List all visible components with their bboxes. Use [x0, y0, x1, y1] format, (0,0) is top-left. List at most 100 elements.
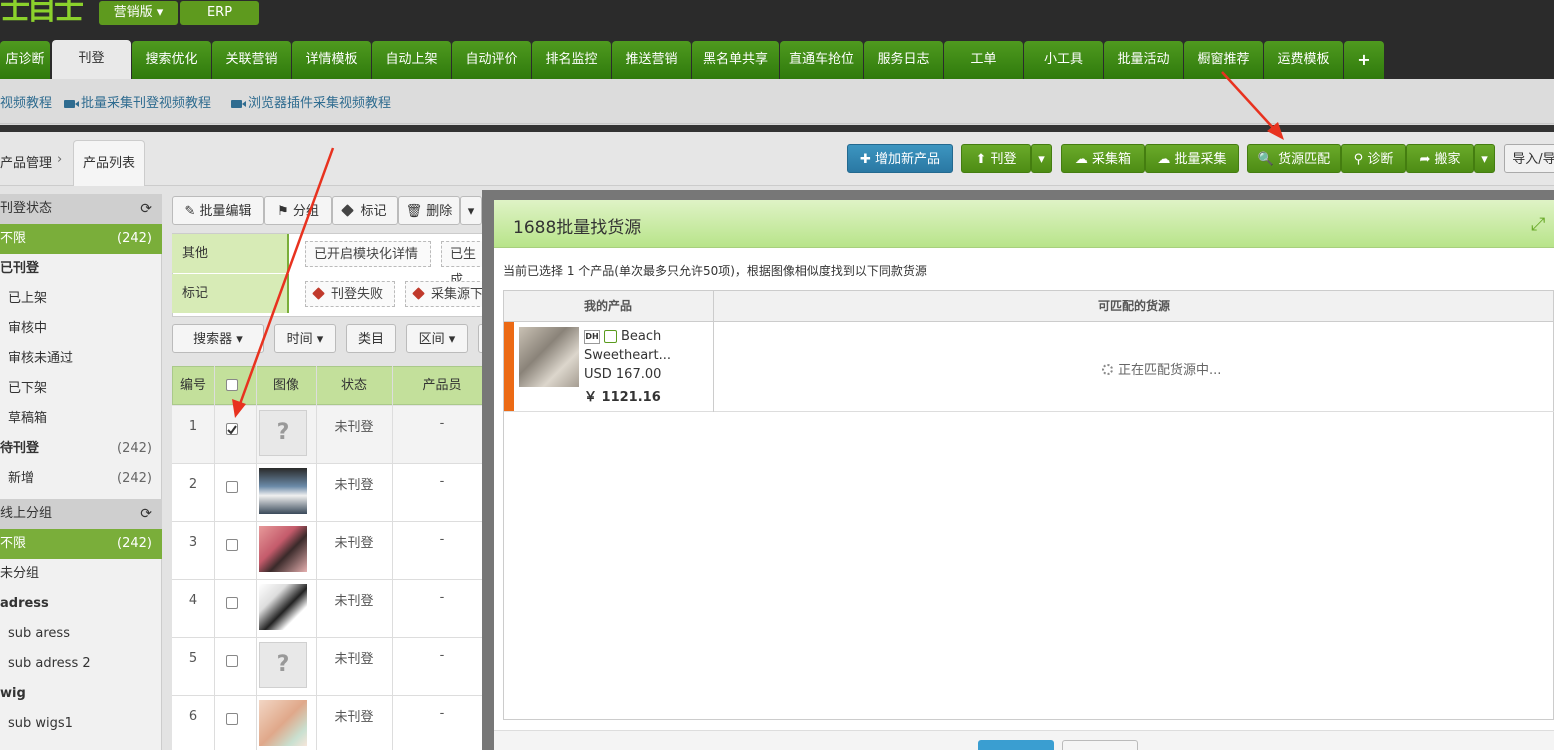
sidebar-item-status[interactable]: 审核未通过 — [0, 344, 162, 374]
nav-tab[interactable]: + — [1344, 41, 1384, 79]
row-checkbox[interactable] — [226, 713, 238, 725]
product-image[interactable] — [259, 700, 307, 746]
expand-icon[interactable]: ⤢ — [1531, 216, 1549, 234]
edit-icon[interactable] — [604, 330, 617, 343]
row-checkbox[interactable] — [226, 597, 238, 609]
filter-mark-label: 标记 — [172, 274, 289, 313]
spinner-icon — [1102, 364, 1113, 375]
table-row[interactable] — [172, 406, 492, 464]
sidebar-header-group[interactable]: 线上分组 ⟳ — [0, 499, 162, 529]
product-name-line1[interactable]: Beach — [621, 329, 661, 344]
sidebar-item-status[interactable]: 新增 (242) — [0, 464, 162, 494]
nav-tab[interactable]: 详情模板 — [292, 41, 371, 79]
refresh-icon[interactable]: ⟳ — [140, 194, 152, 224]
batch-edit-button[interactable]: ✎ 批量编辑 — [172, 196, 264, 225]
sidebar-item-status[interactable]: 待刊登 (242) — [0, 434, 162, 464]
more-actions-dropdown[interactable]: ▾ — [460, 196, 482, 225]
nav-tab[interactable]: 运费模板 — [1264, 41, 1343, 79]
nav-tab[interactable]: 自动评价 — [452, 41, 531, 79]
publish-dropdown-button[interactable]: ▾ — [1031, 144, 1052, 173]
row-checkbox[interactable] — [226, 481, 238, 493]
nav-tab[interactable]: 直通车抢位 — [780, 41, 863, 79]
confirm-button[interactable] — [978, 740, 1054, 750]
sidebar-item-group[interactable]: sub aress — [0, 619, 162, 649]
nav-tab[interactable]: 刊登 — [52, 40, 131, 79]
table-row[interactable] — [172, 638, 492, 696]
diagnose-button[interactable]: ⚲ 诊断 — [1341, 144, 1406, 173]
sidebar-header-status[interactable]: 刊登状态 ⟳ — [0, 194, 162, 224]
select-all-checkbox[interactable] — [226, 379, 238, 391]
product-image[interactable] — [259, 468, 307, 514]
time-dropdown[interactable]: 时间 ▾ — [274, 324, 336, 353]
sidebar-item-group[interactable]: wig — [0, 679, 162, 709]
tag-icon — [341, 204, 355, 217]
product-image[interactable]: ? — [259, 642, 307, 688]
filter-tag-source-removed[interactable]: 采集源下架 — [405, 281, 485, 307]
table-row[interactable] — [172, 464, 492, 522]
breadcrumb-parent[interactable]: 产品管理 — [0, 152, 52, 171]
video-tutorial-link[interactable]: 视频教程 — [0, 95, 52, 113]
table-row[interactable] — [172, 580, 492, 638]
filter-tag-modular[interactable]: 已开启模块化详情 — [305, 241, 431, 267]
sidebar-item-status[interactable]: 不限 (242) — [0, 224, 162, 254]
delete-button[interactable]: 🗑 删除 — [398, 196, 460, 225]
sidebar-item-group[interactable]: adress — [0, 589, 162, 619]
category-button[interactable]: 类目 — [346, 324, 396, 353]
sidebar-item-group[interactable]: 不限 (242) — [0, 529, 162, 559]
table-row[interactable] — [172, 522, 492, 580]
row-checkbox[interactable] — [226, 423, 238, 435]
row-checkbox[interactable] — [226, 539, 238, 551]
nav-tab[interactable]: 黑名单共享 — [692, 41, 779, 79]
nav-tab[interactable]: 关联营销 — [212, 41, 291, 79]
sidebar-item-status[interactable]: 审核中 — [0, 314, 162, 344]
source-match-button[interactable]: 🔍 货源匹配 — [1247, 144, 1341, 173]
filter-tag-publish-failed[interactable]: 刊登失败 — [305, 281, 395, 307]
tab-product-list[interactable]: 产品列表 — [73, 140, 145, 186]
sidebar-item-group[interactable]: 未分组 — [0, 559, 162, 589]
add-product-button[interactable]: ✚ 增加新产品 — [847, 144, 953, 173]
import-export-button[interactable]: 导入/导 — [1504, 144, 1554, 173]
nav-tab[interactable]: 小工具 — [1024, 41, 1103, 79]
mark-button[interactable]: 标记 — [332, 196, 398, 225]
browser-plugin-video-link[interactable]: 浏览器插件采集视频教程 — [231, 95, 391, 113]
nav-tab[interactable]: 推送营销 — [612, 41, 691, 79]
move-dropdown-button[interactable]: ▾ — [1474, 144, 1495, 173]
nav-tab[interactable]: 橱窗推荐 — [1184, 41, 1263, 79]
filter-tag-generated[interactable]: 已生成 — [441, 241, 485, 288]
batch-collect-video-link[interactable]: 批量采集刊登视频教程 — [64, 95, 211, 113]
nav-tab[interactable]: 工单 — [944, 41, 1023, 79]
group-button[interactable]: ⚑ 分组 — [264, 196, 332, 225]
range-dropdown[interactable]: 区间 ▾ — [406, 324, 468, 353]
nav-tab[interactable]: 自动上架 — [372, 41, 451, 79]
app-logo[interactable]: 士目士 — [0, 0, 84, 26]
product-image[interactable] — [259, 526, 307, 572]
sidebar-item-group[interactable]: sub adress 2 — [0, 649, 162, 679]
nav-tab[interactable]: 服务日志 — [864, 41, 943, 79]
product-image[interactable] — [259, 584, 307, 630]
nav-tab[interactable]: 批量活动 — [1104, 41, 1183, 79]
sidebar-item-status[interactable]: 草稿箱 — [0, 404, 162, 434]
refresh-icon[interactable]: ⟳ — [140, 499, 152, 529]
nav-tab[interactable]: 搜索优化 — [132, 41, 211, 79]
publish-button[interactable]: ⬆ 刊登 — [961, 144, 1031, 173]
collect-box-button[interactable]: ☁ 采集箱 — [1061, 144, 1145, 173]
product-name-line2[interactable]: Sweetheart... — [584, 348, 671, 363]
col-number: 编号 — [179, 378, 206, 393]
marketing-edition-button[interactable]: 营销版 ▾ — [99, 1, 178, 25]
batch-collect-button[interactable]: ☁ 批量采集 — [1145, 144, 1239, 173]
product-thumbnail[interactable] — [519, 327, 579, 387]
nav-tab[interactable]: 店诊断 — [0, 41, 50, 79]
sidebar-item-status[interactable]: 已上架 — [0, 284, 162, 314]
erp-button[interactable]: ERP — [180, 1, 259, 25]
searcher-dropdown[interactable]: 搜索器 ▾ — [172, 324, 264, 353]
row-indicator — [504, 322, 514, 411]
cancel-button[interactable] — [1062, 740, 1138, 750]
move-button[interactable]: ➦ 搬家 — [1406, 144, 1474, 173]
sidebar-item-status[interactable]: 已刊登 — [0, 254, 162, 284]
sidebar-item-group[interactable]: sub wigs1 — [0, 709, 162, 739]
row-status: 未刊登 — [334, 710, 374, 725]
row-checkbox[interactable] — [226, 655, 238, 667]
nav-tab[interactable]: 排名监控 — [532, 41, 611, 79]
sidebar-item-status[interactable]: 已下架 — [0, 374, 162, 404]
product-image[interactable]: ? — [259, 410, 307, 456]
